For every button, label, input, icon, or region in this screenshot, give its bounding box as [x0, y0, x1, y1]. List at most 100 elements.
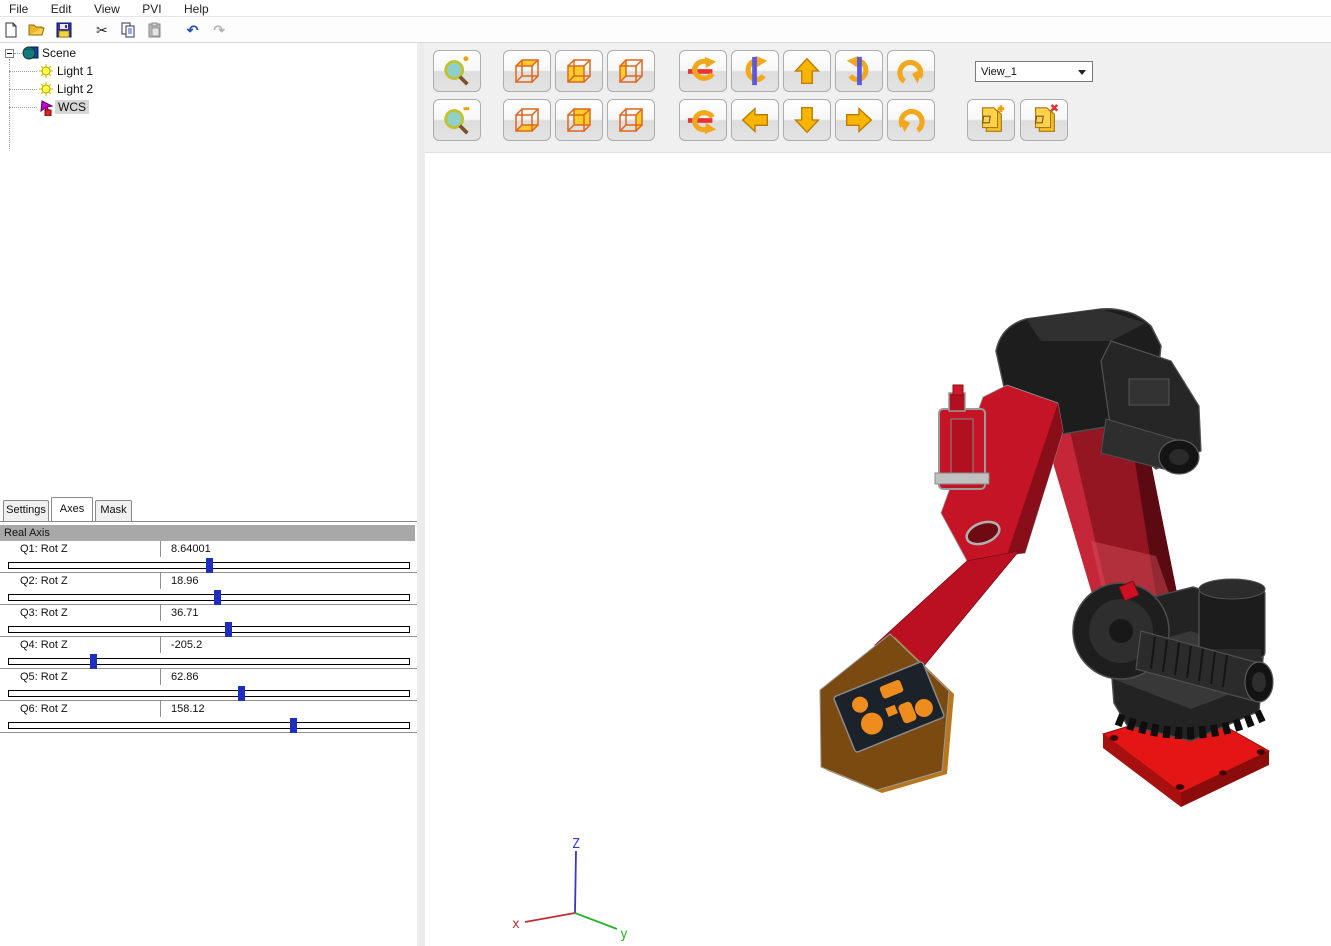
cut-button[interactable]: ✂: [91, 19, 113, 40]
tree-expander[interactable]: [5, 49, 14, 58]
new-file-button[interactable]: [0, 19, 22, 40]
view-toolbar: View_1: [424, 43, 1331, 152]
view-left-button[interactable]: [607, 50, 655, 92]
view-back-button[interactable]: [555, 99, 603, 141]
scene-tree: Scene Light 1 Light 2 WCS: [0, 43, 417, 497]
panel-splitter[interactable]: [417, 43, 424, 946]
tree-item-label: Light 2: [54, 82, 96, 96]
slider-thumb[interactable]: [90, 654, 97, 669]
rotate-y-left-button[interactable]: [731, 50, 779, 92]
tab-axes[interactable]: Axes: [51, 497, 93, 521]
axis-value: -205.2: [160, 637, 410, 653]
z-axis-label: Z: [572, 837, 580, 852]
add-view-button[interactable]: [967, 99, 1015, 141]
toolbar-separator: [82, 20, 83, 38]
scene-icon: [22, 45, 39, 61]
rotate-x-down-button[interactable]: [679, 99, 727, 141]
tree-item-light1[interactable]: Light 1: [38, 62, 96, 80]
tree-item-light2[interactable]: Light 2: [38, 80, 96, 98]
arrow-down-icon: [792, 105, 822, 135]
menu-help[interactable]: Help: [175, 1, 218, 16]
redo-icon: ↷: [213, 23, 225, 37]
pan-left-button[interactable]: [731, 99, 779, 141]
view-bottom-button[interactable]: [503, 99, 551, 141]
delete-view-button[interactable]: [1020, 99, 1068, 141]
3d-viewport[interactable]: Z x y: [424, 152, 1331, 946]
arrow-left-icon: [740, 105, 770, 135]
tab-settings[interactable]: Settings: [3, 500, 49, 521]
rotate-y-right-button[interactable]: [835, 50, 883, 92]
axis-label: Q5: Rot Z: [20, 671, 68, 683]
view-right-button[interactable]: [607, 99, 655, 141]
axis-value: 8.64001: [160, 541, 410, 557]
copy-button[interactable]: [117, 19, 139, 40]
cube-back-icon: [564, 105, 594, 135]
axis-row-q5: Q5: Rot Z 62.86: [0, 669, 417, 701]
real-axis-header: Real Axis: [0, 525, 415, 541]
axis-row-q3: Q3: Rot Z 36.71: [0, 605, 417, 637]
wcs-icon: [38, 99, 55, 116]
robot-tool-plate: [820, 634, 954, 793]
save-button[interactable]: [53, 19, 75, 40]
pan-down-button[interactable]: [783, 99, 831, 141]
new-file-icon: [3, 22, 19, 38]
axis-slider-q5[interactable]: [8, 690, 410, 697]
add-view-icon: [975, 104, 1007, 136]
rotate-cw-icon: [895, 55, 927, 87]
tree-connector: [9, 71, 37, 72]
rotate-ccw-button[interactable]: [887, 99, 935, 141]
redo-button: ↷: [208, 19, 230, 40]
slider-thumb[interactable]: [238, 686, 245, 701]
slider-thumb[interactable]: [206, 558, 213, 573]
axis-row-q1: Q1: Rot Z 8.64001: [0, 541, 417, 573]
tree-item-label: WCS: [55, 100, 89, 114]
menu-pvi[interactable]: PVI: [133, 1, 170, 16]
tab-divider: [0, 521, 417, 522]
open-file-button[interactable]: [26, 19, 48, 40]
tree-item-wcs[interactable]: WCS: [38, 98, 89, 116]
slider-thumb[interactable]: [225, 622, 232, 637]
zoom-out-button[interactable]: [433, 99, 481, 141]
view-top-button[interactable]: [503, 50, 551, 92]
tree-item-scene[interactable]: Scene: [22, 44, 79, 62]
light-icon: [38, 63, 54, 79]
rotate-ccw-icon: [895, 104, 927, 136]
rotate-x-up-button[interactable]: [679, 50, 727, 92]
undo-button[interactable]: ↶: [182, 19, 204, 40]
robot-arm-model: [811, 301, 1301, 811]
paste-button: [144, 19, 166, 40]
zoom-in-icon: [441, 55, 473, 87]
slider-thumb[interactable]: [214, 590, 221, 605]
view-front-button[interactable]: [555, 50, 603, 92]
tree-connector: [9, 107, 37, 108]
menu-file[interactable]: File: [0, 1, 37, 16]
rotate-cw-button[interactable]: [887, 50, 935, 92]
menu-edit[interactable]: Edit: [42, 1, 81, 16]
robot-base: [1073, 579, 1273, 807]
x-axis-label: x: [512, 917, 520, 932]
axis-value: 36.71: [160, 605, 410, 621]
tree-connector: [14, 53, 22, 54]
axis-label: Q2: Rot Z: [20, 575, 68, 587]
menu-view[interactable]: View: [85, 1, 129, 16]
slider-thumb[interactable]: [290, 718, 297, 733]
axis-row-q4: Q4: Rot Z -205.2: [0, 637, 417, 669]
axis-row-q6: Q6: Rot Z 158.12: [0, 701, 417, 733]
rotate-y-right-icon: [843, 55, 875, 87]
axis-row-q2: Q2: Rot Z 18.96: [0, 573, 417, 605]
axis-slider-q4[interactable]: [8, 658, 410, 665]
tab-mask[interactable]: Mask: [95, 500, 132, 521]
axis-slider-q3[interactable]: [8, 626, 410, 633]
pan-up-button[interactable]: [783, 50, 831, 92]
zoom-in-button[interactable]: [433, 50, 481, 92]
coordinate-triad: Z x y: [506, 836, 646, 946]
cube-top-icon: [512, 56, 542, 86]
axis-slider-q6[interactable]: [8, 722, 410, 729]
tree-item-label: Scene: [39, 46, 79, 60]
pan-right-button[interactable]: [835, 99, 883, 141]
axis-slider-q1[interactable]: [8, 562, 410, 569]
axes-panel: Settings Axes Mask Real Axis Q1: Rot Z 8…: [0, 497, 417, 946]
axis-label: Q1: Rot Z: [20, 543, 68, 555]
axis-slider-q2[interactable]: [8, 594, 410, 601]
view-select-dropdown[interactable]: View_1: [975, 61, 1093, 82]
